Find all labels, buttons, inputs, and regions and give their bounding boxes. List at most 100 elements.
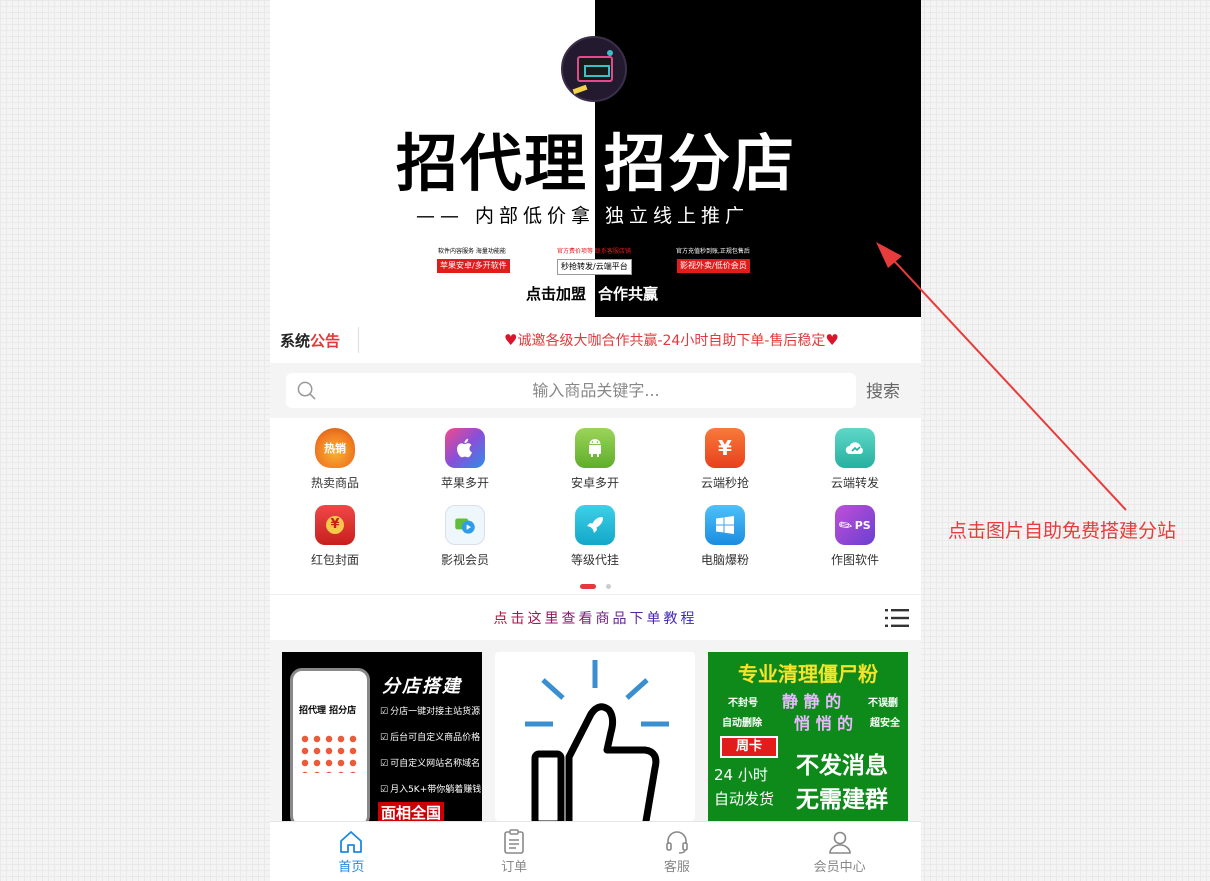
banner-tag-3: 影视外卖/低价会员 — [677, 259, 750, 273]
banner-subtitle-right: 独立线上推广 — [605, 205, 750, 227]
windows-icon — [705, 505, 745, 545]
search-icon — [297, 381, 316, 400]
category-rocket[interactable]: 等级代挂 — [530, 495, 660, 571]
tutorial-link[interactable]: 点击这里查看商品下单教程 — [270, 608, 921, 628]
category-grid: 热销 热卖商品 苹果多开 安卓多开 ¥ 云端秒抢 云端转发 ¥ 红包封面 影视会… — [270, 418, 921, 578]
category-cloud-grab[interactable]: ¥ 云端秒抢 — [660, 418, 790, 494]
tab-home[interactable]: 首页 — [270, 822, 433, 881]
search-input[interactable] — [326, 373, 866, 408]
notice-title: 系统公告 — [270, 330, 358, 351]
tutorial-char: 教 — [663, 611, 681, 627]
phone-mockup: 招代理 招分店 — [290, 668, 370, 821]
card3-auto-ship: 自动发货 — [714, 790, 775, 808]
tutorial-char: 看 — [578, 611, 596, 627]
card3-no-group: 无需建群 — [796, 787, 888, 813]
banner-cta-left: 点击加盟 — [526, 285, 587, 303]
product-card-branch-store[interactable]: 招代理 招分店 分店搭建 分店一键对接主站货源 后台可自定义商品价格 可自定义网… — [282, 652, 482, 821]
system-notice-bar: 系统公告 ♥诚邀各级大咖合作共赢-24小时自助下单-售后稳定♥ — [270, 317, 921, 363]
tutorial-char: 商 — [595, 611, 613, 627]
card3-no-ban: 不封号 — [728, 698, 758, 709]
bottom-tab-bar: 首页 订单 客服 会员中心 — [270, 821, 921, 881]
tab-member-center[interactable]: 会员中心 — [758, 822, 921, 881]
category-red-envelope[interactable]: ¥ 红包封面 — [270, 495, 400, 571]
banner-headline-left: 招代理 — [396, 127, 589, 200]
product-list: 招代理 招分店 分店搭建 分店一键对接主站货源 后台可自定义商品价格 可自定义网… — [270, 640, 921, 821]
tutorial-char: 点 — [493, 611, 511, 627]
tutorial-bar: 点击这里查看商品下单教程 — [270, 594, 921, 640]
card3-auto-delete: 自动删除 — [722, 718, 762, 729]
carousel-indicator — [270, 582, 921, 590]
banner-small-text-2: 官方费价项等 联系客服店铺 — [557, 248, 631, 255]
banner-image[interactable]: 招代理 招分店 —— 内部低价拿货 独立线上推广 软件内容服务 海量功能能 官方… — [270, 0, 921, 317]
card3-no-delete: 不误删 — [868, 698, 898, 709]
annotation-text: 点击图片自助免费搭建分站 — [948, 520, 1177, 542]
list-menu-icon[interactable] — [885, 608, 909, 628]
logo-icon — [561, 36, 627, 102]
category-windows[interactable]: 电脑爆粉 — [660, 495, 790, 571]
tutorial-char: 里 — [544, 611, 562, 627]
mobile-app: 招代理 招分店 —— 内部低价拿货 独立线上推广 软件内容服务 海量功能能 官方… — [270, 0, 921, 881]
category-android[interactable]: 安卓多开 — [530, 418, 660, 494]
tutorial-char: 单 — [646, 611, 664, 627]
card3-title: 专业清理僵尸粉 — [738, 662, 878, 686]
card3-24h: 24 小时 — [714, 766, 768, 784]
carousel-dot[interactable] — [606, 584, 611, 589]
tab-label: 首页 — [338, 860, 365, 875]
tutorial-char: 这 — [527, 611, 545, 627]
banner-headline-right: 招分店 — [604, 127, 797, 200]
category-label: 苹果多开 — [440, 476, 489, 490]
category-label: 安卓多开 — [570, 476, 619, 490]
android-icon — [575, 428, 615, 468]
card1-feature: 可自定义网站名称域名 — [380, 756, 480, 769]
tab-support[interactable]: 客服 — [596, 822, 759, 881]
tab-label: 客服 — [663, 860, 690, 875]
carousel-dot-active[interactable] — [580, 584, 596, 589]
category-label: 作图软件 — [830, 553, 879, 567]
cloud-forward-icon — [835, 428, 875, 468]
phone-mockup-title: 招代理 招分店 — [299, 706, 357, 716]
heart-icon: ♥ — [504, 331, 518, 349]
category-video-member[interactable]: 影视会员 — [400, 495, 530, 571]
notice-text: 诚邀各级大咖合作共赢-24小时自助下单-售后稳定 — [517, 333, 826, 349]
notice-marquee[interactable]: ♥诚邀各级大咖合作共赢-24小时自助下单-售后稳定♥ — [504, 330, 839, 350]
notice-title-black: 系统 — [280, 331, 311, 350]
notice-title-red: 公告 — [310, 331, 341, 350]
order-list-icon — [504, 829, 524, 854]
hot-sale-icon: 热销 — [315, 428, 355, 468]
card1-title: 分店搭建 — [382, 676, 462, 697]
heart-icon: ♥ — [825, 331, 839, 349]
tutorial-char: 下 — [629, 611, 647, 627]
notice-divider — [358, 327, 359, 353]
red-envelope-icon: ¥ — [315, 505, 355, 545]
card1-feature: 月入5K+带你躺着赚钱 — [380, 782, 481, 795]
category-label: 电脑爆粉 — [700, 553, 749, 567]
category-label: 影视会员 — [440, 553, 489, 567]
product-card-zombie-fans[interactable]: 专业清理僵尸粉 不封号 不误删 自动删除 超安全 静 静 的 悄 悄 的 周卡 … — [708, 652, 908, 821]
category-label: 云端秒抢 — [700, 476, 749, 490]
category-hot-sale[interactable]: 热销 热卖商品 — [270, 418, 400, 494]
category-apple[interactable]: 苹果多开 — [400, 418, 530, 494]
tab-orders[interactable]: 订单 — [433, 822, 596, 881]
card3-no-message: 不发消息 — [796, 753, 888, 779]
card3-quiet-1: 静 静 的 — [782, 692, 842, 711]
tutorial-char: 程 — [680, 611, 698, 627]
banner-small-text-1: 软件内容服务 海量功能能 — [438, 248, 506, 255]
product-card-thumbs-up[interactable] — [495, 652, 695, 821]
banner-subtitle-left: —— 内部低价拿货 — [416, 205, 595, 227]
category-label: 等级代挂 — [570, 553, 619, 567]
video-member-icon — [445, 505, 485, 545]
thumbs-up-icon — [525, 660, 669, 821]
card3-quiet-2: 悄 悄 的 — [794, 714, 854, 733]
card1-bottom-label: 面相全国 — [378, 802, 445, 821]
tutorial-char: 查 — [561, 611, 579, 627]
cloud-grab-icon: ¥ — [705, 428, 745, 468]
tab-label: 订单 — [501, 860, 528, 875]
rocket-icon — [575, 505, 615, 545]
home-icon — [340, 831, 363, 853]
tutorial-char: 品 — [612, 611, 630, 627]
card1-feature: 分店一键对接主站货源 — [380, 704, 480, 717]
category-label: 红包封面 — [310, 553, 359, 567]
annotation-arrow-icon — [876, 242, 1127, 511]
search-box — [286, 373, 866, 408]
apple-icon — [445, 428, 485, 468]
